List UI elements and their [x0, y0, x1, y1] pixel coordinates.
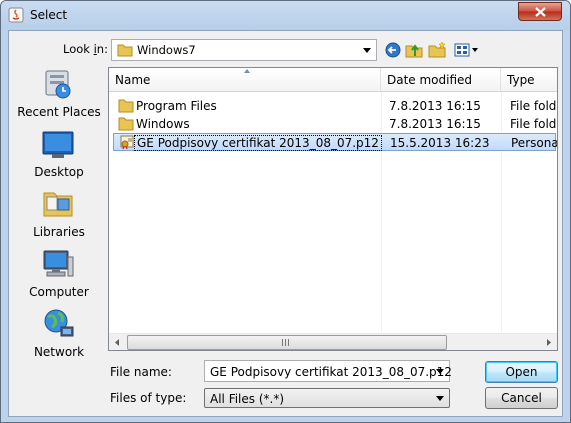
file-type-label: Files of type:	[110, 391, 187, 405]
open-button[interactable]: Open	[485, 361, 558, 383]
place-label: Computer	[29, 285, 89, 299]
column-header-type[interactable]: Type	[501, 68, 557, 91]
scroll-left-button[interactable]	[109, 334, 126, 351]
place-network[interactable]: Network	[11, 307, 107, 365]
place-label: Libraries	[33, 225, 85, 239]
scroll-right-button[interactable]	[540, 334, 557, 351]
file-type: File folder	[510, 99, 556, 113]
dialog-client-area: Look in: Windows7 Recent Places Desktop …	[8, 30, 563, 417]
file-name-field[interactable]: GE Podpisovy certifikat 2013_08_07.p12	[204, 360, 452, 382]
look-in-label: Look in:	[63, 42, 108, 56]
close-button[interactable]	[518, 2, 562, 21]
file-date: 7.8.2013 16:15	[389, 117, 481, 131]
place-label: Recent Places	[17, 105, 101, 119]
grip-icon	[282, 339, 289, 346]
file-row[interactable]: Program Files 7.8.2013 16:15 File folder	[113, 97, 556, 115]
sort-up-icon	[244, 69, 250, 73]
file-list-header: Name Date modified Type	[109, 68, 557, 92]
file-row[interactable]: Windows 7.8.2013 16:15 File folder	[113, 115, 556, 133]
folder-icon	[118, 99, 134, 113]
title-bar: Select	[1, 1, 570, 30]
places-bar: Recent Places Desktop Libraries Computer…	[11, 67, 107, 412]
file-date: 15.5.2013 16:23	[390, 136, 490, 150]
file-type: File folder	[510, 117, 556, 131]
certificate-icon	[120, 135, 134, 150]
select-dialog: Select Look in: Windows7 Recent Places D…	[0, 0, 571, 423]
file-date: 7.8.2013 16:15	[389, 99, 481, 113]
java-app-icon	[8, 7, 24, 23]
desktop-icon	[42, 131, 74, 158]
place-label: Network	[33, 345, 85, 359]
column-header-label: Type	[507, 73, 535, 87]
network-icon	[44, 309, 74, 337]
file-name: GE Podpisovy certifikat 2013_08_07.p12	[134, 135, 382, 151]
place-desktop[interactable]: Desktop	[11, 127, 107, 185]
file-row-selected[interactable]: GE Podpisovy certifikat 2013_08_07.p12 1…	[113, 133, 557, 151]
file-type-select[interactable]: All Files (*.*)	[204, 388, 450, 408]
chevron-left-icon	[115, 339, 119, 346]
view-menu-icon[interactable]	[453, 40, 479, 60]
column-header-name[interactable]: Name	[109, 68, 381, 91]
look-in-value: Windows7	[137, 43, 196, 57]
chevron-down-icon	[363, 48, 371, 53]
look-in-combo[interactable]: Windows7	[111, 39, 377, 61]
cancel-button[interactable]: Cancel	[485, 387, 558, 409]
computer-icon	[43, 250, 74, 277]
up-folder-icon[interactable]	[404, 40, 424, 60]
window-title: Select	[30, 8, 68, 22]
place-recent-places[interactable]: Recent Places	[11, 67, 107, 125]
new-folder-icon[interactable]	[427, 40, 447, 60]
folder-icon	[118, 117, 134, 131]
file-name: Program Files	[136, 99, 217, 113]
file-type: Personal I	[511, 136, 557, 150]
chevron-right-icon	[547, 339, 551, 346]
column-header-label: Date modified	[387, 73, 473, 87]
place-label: Desktop	[34, 165, 84, 179]
file-type-value: All Files (*.*)	[210, 392, 285, 406]
close-icon	[535, 7, 546, 17]
scroll-thumb[interactable]	[127, 335, 447, 350]
back-arrow-icon[interactable]	[383, 40, 403, 60]
place-libraries[interactable]: Libraries	[11, 187, 107, 245]
place-computer[interactable]: Computer	[11, 247, 107, 305]
chevron-down-icon[interactable]	[436, 369, 444, 374]
chevron-down-icon	[436, 396, 444, 401]
file-list[interactable]: Name Date modified Type Program Files 7.…	[108, 67, 558, 351]
recent-places-icon	[45, 70, 71, 99]
file-name: Windows	[136, 117, 190, 131]
folder-icon	[117, 44, 133, 57]
file-name-value: GE Podpisovy certifikat 2013_08_07.p12	[210, 365, 452, 379]
column-header-date[interactable]: Date modified	[381, 68, 501, 91]
file-name-label: File name:	[110, 365, 172, 379]
column-header-label: Name	[115, 73, 151, 87]
libraries-icon	[43, 192, 73, 217]
horizontal-scrollbar[interactable]	[109, 333, 557, 350]
